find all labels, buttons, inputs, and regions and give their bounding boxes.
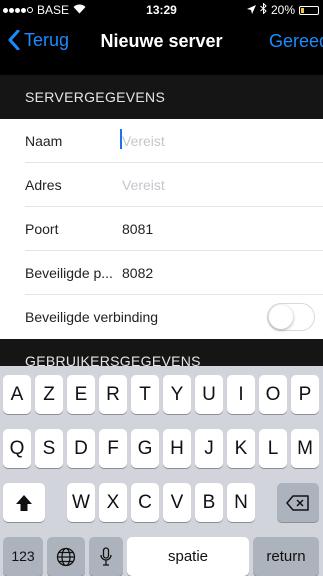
secure-port-field[interactable]: 8082 bbox=[122, 265, 153, 281]
key-b[interactable]: B bbox=[195, 483, 223, 522]
location-arrow-icon bbox=[246, 3, 256, 17]
key-q[interactable]: Q bbox=[3, 429, 31, 468]
globe-key[interactable] bbox=[47, 537, 85, 576]
key-l[interactable]: L bbox=[259, 429, 287, 468]
name-label: Naam bbox=[25, 133, 63, 149]
backspace-icon bbox=[286, 492, 310, 513]
done-button[interactable]: Gereed bbox=[269, 31, 323, 52]
port-field[interactable]: 8081 bbox=[122, 221, 153, 237]
secure-connection-row: Beveiligde verbinding bbox=[0, 295, 323, 339]
key-m[interactable]: M bbox=[291, 429, 319, 468]
name-row[interactable]: Naam Vereist bbox=[0, 119, 323, 163]
navigation-bar: Terug Nieuwe server Gereed bbox=[0, 20, 323, 64]
keyboard: A Z E R T Y U I O P Q S D F G H J K L M … bbox=[0, 366, 323, 576]
key-g[interactable]: G bbox=[131, 429, 159, 468]
battery-percentage: 20% bbox=[270, 3, 295, 17]
backspace-key[interactable] bbox=[277, 483, 319, 522]
battery-icon bbox=[299, 5, 319, 15]
return-key[interactable]: return bbox=[253, 537, 319, 576]
key-k[interactable]: K bbox=[227, 429, 255, 468]
key-d[interactable]: D bbox=[67, 429, 95, 468]
battery-level bbox=[301, 7, 304, 13]
key-c[interactable]: C bbox=[131, 483, 159, 522]
port-row[interactable]: Poort 8081 bbox=[0, 207, 323, 251]
key-v[interactable]: V bbox=[163, 483, 191, 522]
key-e[interactable]: E bbox=[67, 375, 95, 414]
key-o[interactable]: O bbox=[259, 375, 287, 414]
address-field[interactable]: Vereist bbox=[122, 177, 165, 193]
key-z[interactable]: Z bbox=[35, 375, 63, 414]
dictation-key[interactable] bbox=[89, 537, 123, 576]
key-t[interactable]: T bbox=[131, 375, 159, 414]
key-n[interactable]: N bbox=[227, 483, 255, 522]
shift-arrow-icon bbox=[15, 492, 33, 513]
key-x[interactable]: X bbox=[99, 483, 127, 522]
address-row[interactable]: Adres Vereist bbox=[0, 163, 323, 207]
key-i[interactable]: I bbox=[227, 375, 255, 414]
key-u[interactable]: U bbox=[195, 375, 223, 414]
key-p[interactable]: P bbox=[291, 375, 319, 414]
space-key[interactable]: spatie bbox=[127, 537, 249, 576]
microphone-icon bbox=[100, 546, 112, 567]
globe-icon bbox=[56, 546, 76, 567]
secure-port-label: Beveiligde p... bbox=[25, 265, 113, 281]
key-f[interactable]: F bbox=[99, 429, 127, 468]
key-r[interactable]: R bbox=[99, 375, 127, 414]
key-y[interactable]: Y bbox=[163, 375, 191, 414]
secure-port-row[interactable]: Beveiligde p... 8082 bbox=[0, 251, 323, 295]
numbers-key[interactable]: 123 bbox=[3, 537, 43, 576]
secure-connection-toggle[interactable] bbox=[267, 303, 315, 331]
toggle-knob bbox=[269, 305, 293, 329]
key-s[interactable]: S bbox=[35, 429, 63, 468]
address-label: Adres bbox=[25, 177, 62, 193]
status-bar: BASE 13:29 20% bbox=[0, 0, 323, 20]
key-a[interactable]: A bbox=[3, 375, 31, 414]
shift-key[interactable] bbox=[3, 483, 45, 522]
bluetooth-icon bbox=[260, 2, 267, 17]
port-label: Poort bbox=[25, 221, 59, 237]
name-field[interactable]: Vereist bbox=[122, 133, 165, 149]
secure-connection-label: Beveiligde verbinding bbox=[25, 309, 159, 325]
section-header-server: SERVERGEGEVENS bbox=[0, 75, 323, 119]
key-w[interactable]: W bbox=[67, 483, 95, 522]
key-h[interactable]: H bbox=[163, 429, 191, 468]
key-j[interactable]: J bbox=[195, 429, 223, 468]
